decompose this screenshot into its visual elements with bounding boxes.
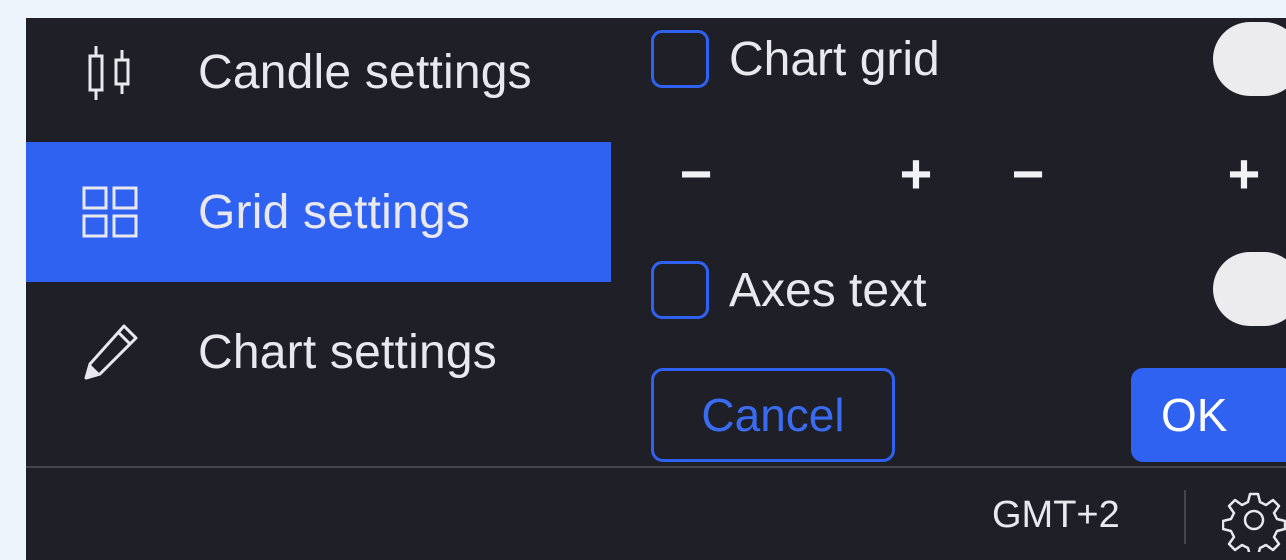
grid-opacity-decrease-button[interactable]: − <box>993 138 1063 208</box>
sidebar-item-label: Candle settings <box>198 45 532 99</box>
axes-text-color-toggle[interactable] <box>1213 252 1286 326</box>
grid-opacity-increase-button[interactable]: + <box>1209 138 1279 208</box>
grid-width-increase-button[interactable]: + <box>881 138 951 208</box>
status-footer: GMT+2 <box>26 468 1286 560</box>
chart-grid-checkbox[interactable] <box>651 30 709 88</box>
chart-grid-option: Chart grid <box>651 24 940 94</box>
settings-dialog: Candle settings Grid settings Chart sett… <box>26 18 1286 560</box>
cancel-button[interactable]: Cancel <box>651 368 895 462</box>
grid-width-decrease-button[interactable]: − <box>661 138 731 208</box>
gear-icon[interactable] <box>1221 488 1286 558</box>
sidebar-item-grid-settings[interactable]: Grid settings <box>26 142 611 282</box>
footer-separator <box>1184 490 1186 544</box>
axes-text-label: Axes text <box>729 263 927 317</box>
sidebar-item-label: Grid settings <box>198 185 471 239</box>
settings-sidebar: Candle settings Grid settings Chart sett… <box>26 18 611 466</box>
chart-grid-color-toggle[interactable] <box>1213 22 1286 96</box>
pencil-icon <box>78 320 142 384</box>
sidebar-item-chart-settings[interactable]: Chart settings <box>26 282 611 422</box>
candlestick-icon <box>78 40 142 104</box>
sidebar-item-candle-settings[interactable]: Candle settings <box>26 18 611 142</box>
chart-grid-label: Chart grid <box>729 32 940 86</box>
axes-text-option: Axes text <box>651 255 926 325</box>
axes-text-checkbox[interactable] <box>651 261 709 319</box>
ok-button[interactable]: OK <box>1131 368 1286 462</box>
grid-icon <box>78 180 142 244</box>
timezone-label[interactable]: GMT+2 <box>992 494 1120 537</box>
sidebar-item-label: Chart settings <box>198 325 497 379</box>
grid-settings-panel: Chart grid − + − + Axes text Cancel OK <box>611 18 1286 466</box>
